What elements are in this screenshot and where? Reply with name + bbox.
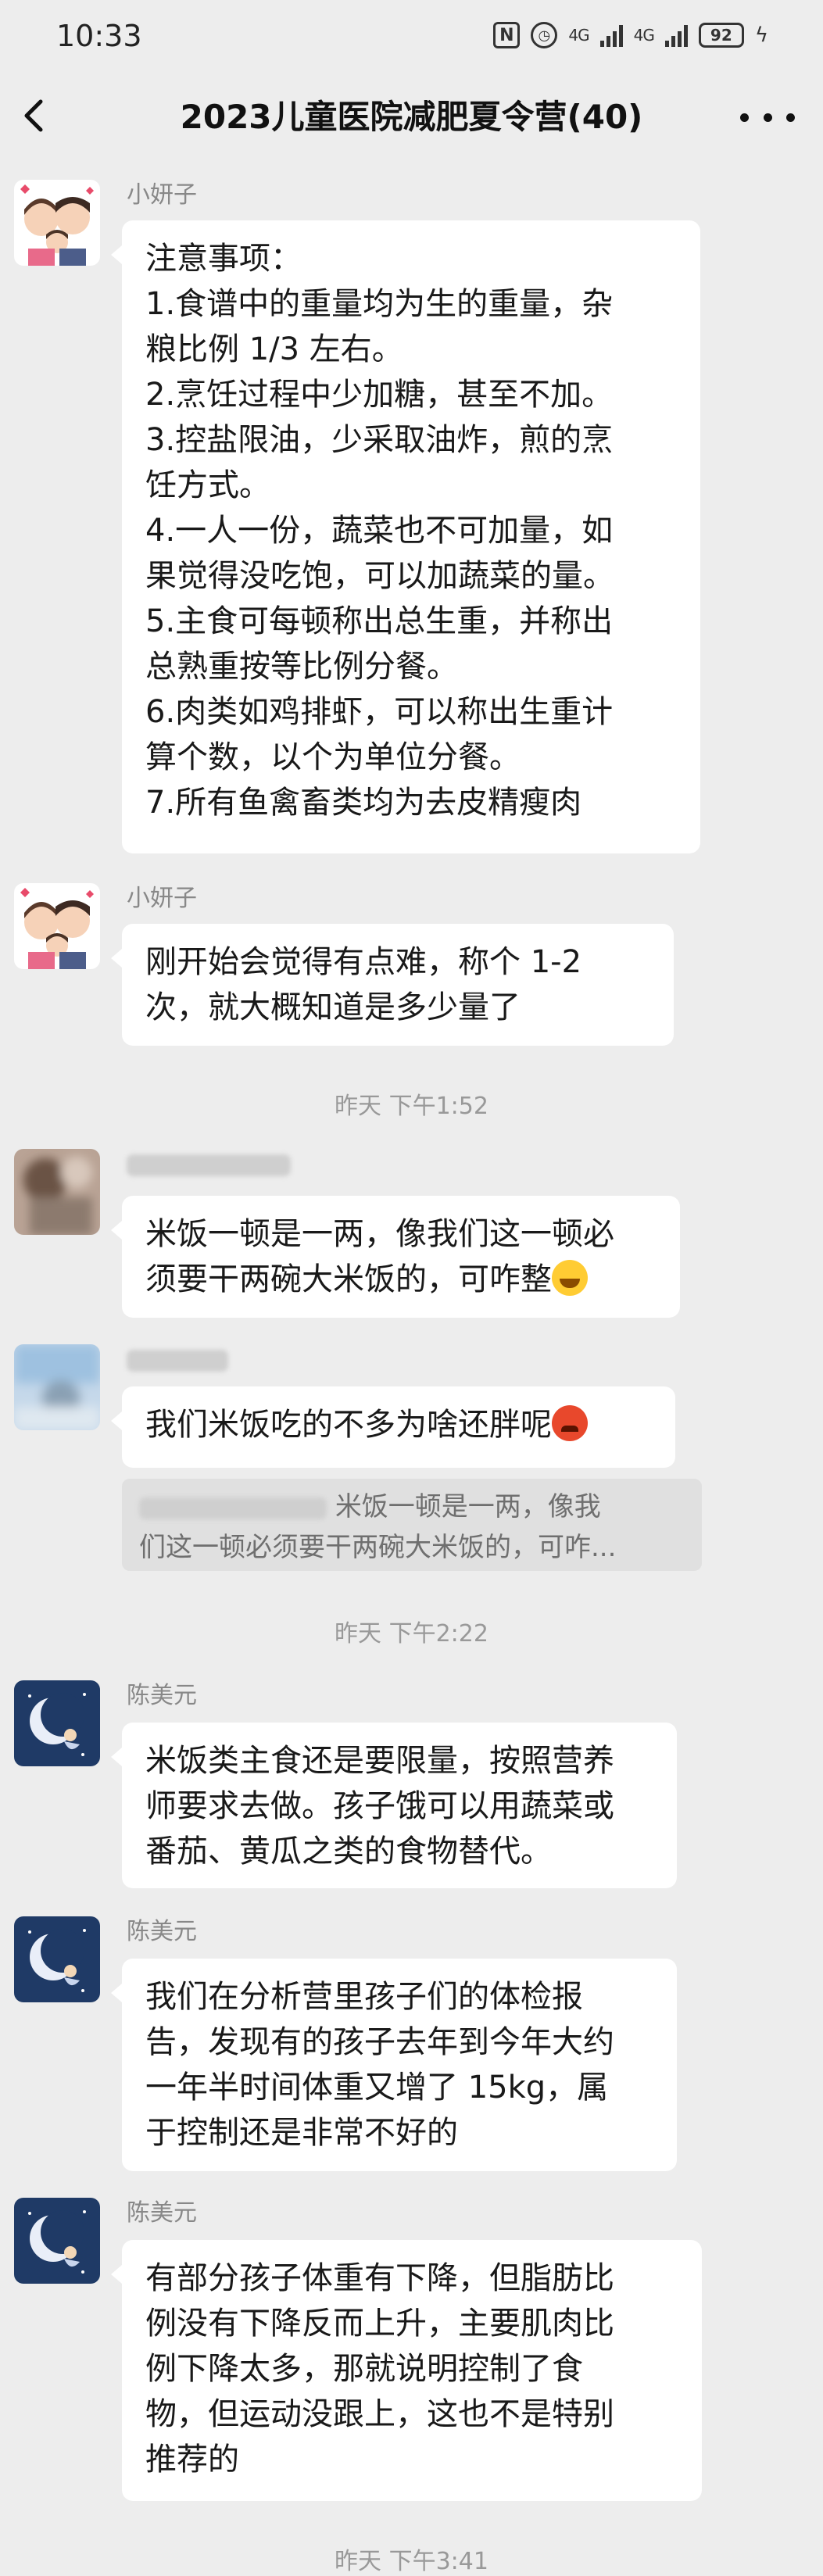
message-item: 陈美元 有部分孩子体重有下降，但脂肪比 例没有下降反而上升，主要肌肉比 例下降太… [0,2198,823,2510]
message-line: 2.烹饪过程中少加糖，甚至不加。 [145,377,614,413]
message-line: 1.食谱中的重量均为生的重量，杂 [145,286,614,322]
message-text: 我们米饭吃的不多为啥还胖呢 [145,1407,552,1443]
message-line: 次，就大概知道是多少量了 [145,989,521,1025]
message-line: 有部分孩子体重有下降，但脂肪比 [145,2260,614,2296]
nfc-icon: N [493,22,521,48]
message-item: 小妍子 注意事项： 1.食谱中的重量均为生的重量，杂 粮比例 1/3 左右。 2… [0,180,823,860]
chat-timestamp: 昨天 下午2:22 [335,1620,488,1648]
cartoon-family-avatar[interactable] [14,180,100,266]
message-bubble[interactable]: 我们米饭吃的不多为啥还胖呢 [111,1386,675,1468]
status-bar: 10:33 N ◷ 4G 4G 92 ϟ [0,0,823,78]
message-item: 米饭一顿是一两，像我们这一顿必 须要干两碗大米饭的，可咋整 [0,1149,823,1321]
message-line: 米饭类主食还是要限量，按照营养 [145,1743,614,1779]
quote-line: 们这一顿必须要干两碗大米饭的，可咋... [139,1532,617,1563]
status-icons: N ◷ 4G 4G 92 ϟ [493,22,768,48]
message-line: 饪方式。 [145,467,270,503]
message-item: 陈美元 我们在分析营里孩子们的体检报 告，发现有的孩子去年到今年大约 一年半时间… [0,1916,823,2182]
message-line: 番茄、黄瓜之类的食物替代。 [145,1834,552,1869]
message-text: 须要干两碗大米饭的，可咋整 [145,1261,552,1297]
chat-header: 2023儿童医院减肥夏令营(40) [0,78,823,160]
message-line: 3.控盐限油，少采取油炸，煎的烹 [145,422,614,458]
moon-avatar[interactable] [14,1680,100,1766]
message-bubble[interactable]: 刚开始会觉得有点难，称个 1-2 次，就大概知道是多少量了 [111,924,674,1046]
message-line: 7.所有鱼禽畜类均为去皮精瘦肉 [145,785,582,821]
message-line: 米饭一顿是一两，像我们这一顿必 [145,1216,614,1252]
laughing-emoji-icon [552,1260,588,1296]
status-time: 10:33 [56,19,142,53]
network-type-1: 4G [568,26,589,45]
charging-icon: ϟ [754,23,768,47]
sender-name [127,1344,228,1376]
alarm-icon: ◷ [531,22,558,48]
sender-name: 小妍子 [127,181,197,209]
more-options-icon[interactable] [740,95,795,139]
sender-name: 小妍子 [127,885,197,912]
battery-icon: 92 [698,23,744,48]
message-line: 算个数，以个为单位分餐。 [145,739,521,775]
message-line: 例下降太多，那就说明控制了食 [145,2351,583,2387]
blurred-sender-name [127,1349,228,1372]
moon-avatar[interactable] [14,1916,100,2002]
message-line: 果觉得没吃饱，可以加蔬菜的量。 [145,558,614,594]
message-item: 陈美元 米饭类主食还是要限量，按照营养 师要求去做。孩子饿可以用蔬菜或 番茄、黄… [0,1680,823,1899]
moon-avatar[interactable] [14,2198,100,2284]
message-line: 物，但运动没跟上，这也不是特别 [145,2396,614,2432]
message-line: 6.肉类如鸡排虾，可以称出生重计 [145,694,614,730]
message-line: 4.一人一份，蔬菜也不可加量，如 [145,513,614,549]
message-item: 小妍子 刚开始会觉得有点难，称个 1-2 次，就大概知道是多少量了 [0,883,823,1055]
blurred-quoted-sender [139,1497,327,1519]
message-line: 例没有下降反而上升，主要肌肉比 [145,2306,614,2342]
message-line: 于控制还是非常不好的 [145,2115,458,2151]
sender-name: 陈美元 [127,1682,197,1709]
blurred-avatar[interactable] [14,1149,100,1235]
message-bubble[interactable]: 有部分孩子体重有下降，但脂肪比 例没有下降反而上升，主要肌肉比 例下降太多，那就… [111,2240,702,2501]
quote-text: 米饭一顿是一两，像我 [335,1491,601,1522]
message-line: 师要求去做。孩子饿可以用蔬菜或 [145,1788,614,1824]
signal-icon [664,23,688,47]
message-line: 告，发现有的孩子去年到今年大约 [145,2024,614,2060]
chat-title: 2023儿童医院减肥夏令营(40) [180,98,643,136]
message-line: 须要干两碗大米饭的，可咋整 [145,1257,657,1302]
message-line: 粮比例 1/3 左右。 [145,331,403,367]
cartoon-family-avatar[interactable] [14,883,100,969]
quote-line: 米饭一顿是一两，像我 [139,1487,685,1527]
chat-timestamp: 昨天 下午1:52 [335,1093,488,1120]
sender-name: 陈美元 [127,2199,197,2227]
signal-icon [599,23,623,47]
message-line: 刚开始会觉得有点难，称个 1-2 [145,944,582,980]
message-line: 我们在分析营里孩子们的体检报 [145,1979,583,2015]
angry-emoji-icon [552,1405,588,1441]
network-type-2: 4G [633,26,655,45]
message-item: 我们米饭吃的不多为啥还胖呢 米饭一顿是一两，像我 们这一顿必须要干两碗大米饭的，… [0,1344,823,1579]
sender-name: 陈美元 [127,1918,197,1945]
quoted-message[interactable]: 米饭一顿是一两，像我 们这一顿必须要干两碗大米饭的，可咋... [122,1479,702,1571]
message-line: 注意事项： [145,241,302,277]
message-bubble[interactable]: 米饭一顿是一两，像我们这一顿必 须要干两碗大米饭的，可咋整 [111,1196,680,1318]
blurred-avatar[interactable] [14,1344,100,1430]
message-line: 推荐的 [145,2442,239,2478]
message-bubble[interactable]: 我们在分析营里孩子们的体检报 告，发现有的孩子去年到今年大约 一年半时间体重又增… [111,1959,677,2171]
message-line: 5.主食可每顿称出总生重，并称出 [145,603,614,639]
message-bubble[interactable]: 米饭类主食还是要限量，按照营养 师要求去做。孩子饿可以用蔬菜或 番茄、黄瓜之类的… [111,1723,677,1888]
message-line: 一年半时间体重又增了 15kg，属 [145,2070,609,2106]
blurred-sender-name [127,1154,291,1176]
message-line: 我们米饭吃的不多为啥还胖呢 [145,1402,652,1447]
sender-name [127,1149,291,1180]
chat-timestamp: 昨天 下午3:41 [335,2548,488,2575]
message-bubble[interactable]: 注意事项： 1.食谱中的重量均为生的重量，杂 粮比例 1/3 左右。 2.烹饪过… [111,220,700,853]
message-line: 总熟重按等比例分餐。 [145,649,458,685]
